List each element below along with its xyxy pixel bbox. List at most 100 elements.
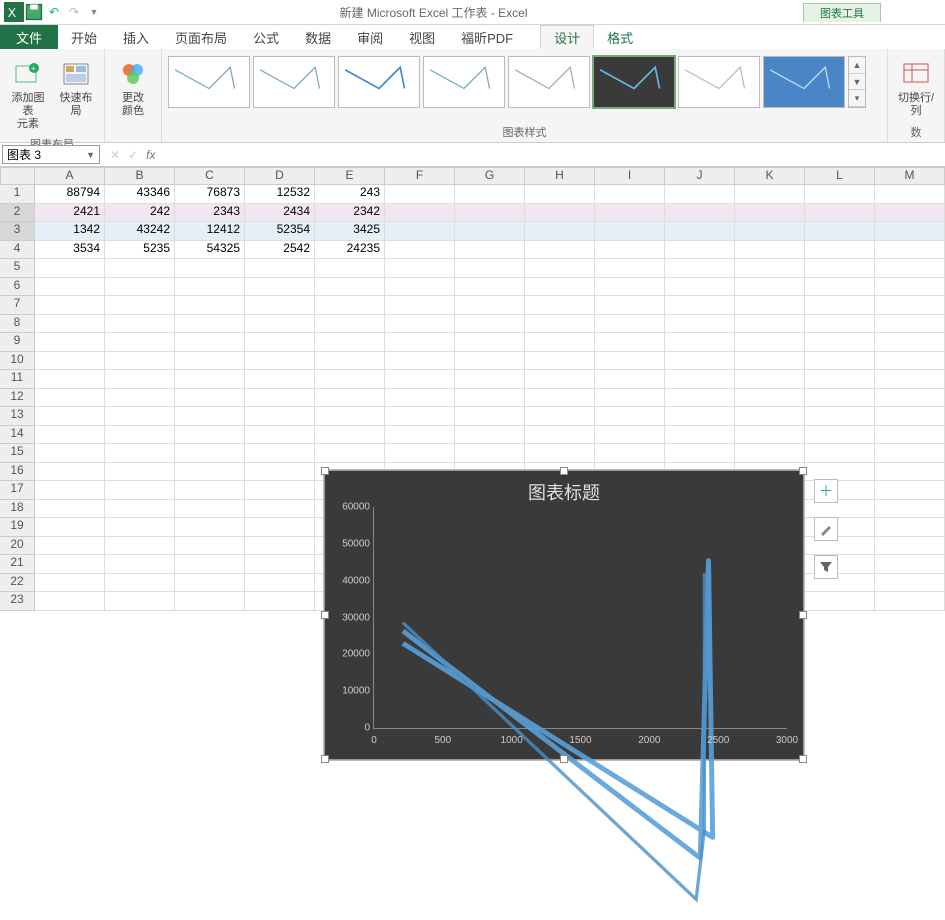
cell[interactable] bbox=[175, 296, 245, 315]
cell[interactable] bbox=[805, 352, 875, 371]
cell[interactable] bbox=[35, 315, 105, 334]
cell[interactable] bbox=[175, 407, 245, 426]
cell[interactable] bbox=[385, 241, 455, 260]
cell[interactable] bbox=[385, 259, 455, 278]
row-header[interactable]: 11 bbox=[0, 370, 35, 389]
cell[interactable] bbox=[525, 259, 595, 278]
chart-style-4[interactable] bbox=[423, 56, 505, 108]
cell[interactable] bbox=[35, 518, 105, 537]
cell[interactable] bbox=[805, 444, 875, 463]
cell[interactable] bbox=[35, 481, 105, 500]
cell[interactable] bbox=[595, 222, 665, 241]
cell[interactable] bbox=[595, 278, 665, 297]
row-header[interactable]: 19 bbox=[0, 518, 35, 537]
gallery-more-icon[interactable]: ▾ bbox=[849, 90, 865, 107]
cell[interactable]: 3534 bbox=[35, 241, 105, 260]
style-gallery-scroll[interactable]: ▲▼▾ bbox=[848, 56, 866, 108]
cell[interactable] bbox=[525, 352, 595, 371]
row-header[interactable]: 6 bbox=[0, 278, 35, 297]
cell[interactable] bbox=[245, 407, 315, 426]
cell[interactable] bbox=[595, 296, 665, 315]
tab-home[interactable]: 开始 bbox=[58, 25, 110, 49]
cell[interactable] bbox=[105, 259, 175, 278]
row-header[interactable]: 1 bbox=[0, 185, 35, 204]
column-header[interactable]: B bbox=[105, 167, 175, 185]
cell[interactable]: 242 bbox=[105, 204, 175, 223]
row-header[interactable]: 10 bbox=[0, 352, 35, 371]
cell[interactable] bbox=[315, 426, 385, 445]
formula-input[interactable] bbox=[163, 143, 945, 166]
cell[interactable] bbox=[385, 426, 455, 445]
cell[interactable] bbox=[595, 185, 665, 204]
cell[interactable] bbox=[875, 592, 945, 611]
cell[interactable] bbox=[105, 370, 175, 389]
cell[interactable] bbox=[105, 333, 175, 352]
cell[interactable] bbox=[105, 592, 175, 611]
select-all-corner[interactable] bbox=[0, 167, 35, 185]
cell[interactable] bbox=[735, 241, 805, 260]
cell[interactable]: 243 bbox=[315, 185, 385, 204]
cell[interactable] bbox=[245, 259, 315, 278]
cell[interactable] bbox=[35, 426, 105, 445]
cell[interactable] bbox=[245, 389, 315, 408]
cell[interactable] bbox=[805, 222, 875, 241]
chart-style-1[interactable] bbox=[168, 56, 250, 108]
tab-page-layout[interactable]: 页面布局 bbox=[162, 25, 240, 49]
row-header[interactable]: 18 bbox=[0, 500, 35, 519]
cell[interactable] bbox=[805, 407, 875, 426]
cell[interactable] bbox=[595, 444, 665, 463]
row-header[interactable]: 5 bbox=[0, 259, 35, 278]
cell[interactable] bbox=[455, 333, 525, 352]
name-box[interactable]: 图表 3 ▼ bbox=[2, 145, 100, 164]
cell[interactable] bbox=[665, 278, 735, 297]
cell[interactable] bbox=[875, 463, 945, 482]
tab-design[interactable]: 设计 bbox=[540, 25, 594, 49]
cell[interactable] bbox=[385, 278, 455, 297]
cell[interactable] bbox=[455, 259, 525, 278]
cell[interactable] bbox=[665, 333, 735, 352]
row-header[interactable]: 22 bbox=[0, 574, 35, 593]
column-header[interactable]: D bbox=[245, 167, 315, 185]
cell[interactable] bbox=[525, 185, 595, 204]
cell[interactable] bbox=[455, 370, 525, 389]
cell[interactable] bbox=[735, 204, 805, 223]
cell[interactable] bbox=[875, 444, 945, 463]
add-chart-element-button[interactable]: + 添加图表 元素 bbox=[6, 56, 50, 134]
cell[interactable] bbox=[875, 370, 945, 389]
cell[interactable] bbox=[805, 278, 875, 297]
cell[interactable] bbox=[875, 537, 945, 556]
cell[interactable] bbox=[385, 407, 455, 426]
cell[interactable] bbox=[385, 296, 455, 315]
cell[interactable] bbox=[665, 407, 735, 426]
cell[interactable] bbox=[525, 296, 595, 315]
cell[interactable] bbox=[245, 370, 315, 389]
cell[interactable] bbox=[875, 222, 945, 241]
cell[interactable] bbox=[105, 500, 175, 519]
cell[interactable] bbox=[245, 315, 315, 334]
cell[interactable] bbox=[735, 407, 805, 426]
cell[interactable] bbox=[385, 389, 455, 408]
cell[interactable] bbox=[455, 241, 525, 260]
cell[interactable] bbox=[875, 518, 945, 537]
cell[interactable] bbox=[105, 407, 175, 426]
cell[interactable] bbox=[385, 352, 455, 371]
cell[interactable] bbox=[875, 407, 945, 426]
cell[interactable] bbox=[455, 204, 525, 223]
row-header[interactable]: 3 bbox=[0, 222, 35, 241]
cell[interactable] bbox=[595, 204, 665, 223]
cell[interactable] bbox=[105, 389, 175, 408]
tab-file[interactable]: 文件 bbox=[0, 25, 58, 49]
cell[interactable] bbox=[385, 185, 455, 204]
cell[interactable] bbox=[805, 241, 875, 260]
cell[interactable] bbox=[735, 370, 805, 389]
cell[interactable] bbox=[595, 370, 665, 389]
cell[interactable] bbox=[105, 518, 175, 537]
cell[interactable] bbox=[875, 500, 945, 519]
tab-data[interactable]: 数据 bbox=[292, 25, 344, 49]
cell[interactable]: 2434 bbox=[245, 204, 315, 223]
tab-review[interactable]: 审阅 bbox=[344, 25, 396, 49]
cell[interactable] bbox=[455, 389, 525, 408]
cell[interactable] bbox=[735, 315, 805, 334]
embedded-chart[interactable]: 图表标题 01000020000300004000050000600000500… bbox=[324, 470, 804, 760]
cell[interactable] bbox=[525, 370, 595, 389]
